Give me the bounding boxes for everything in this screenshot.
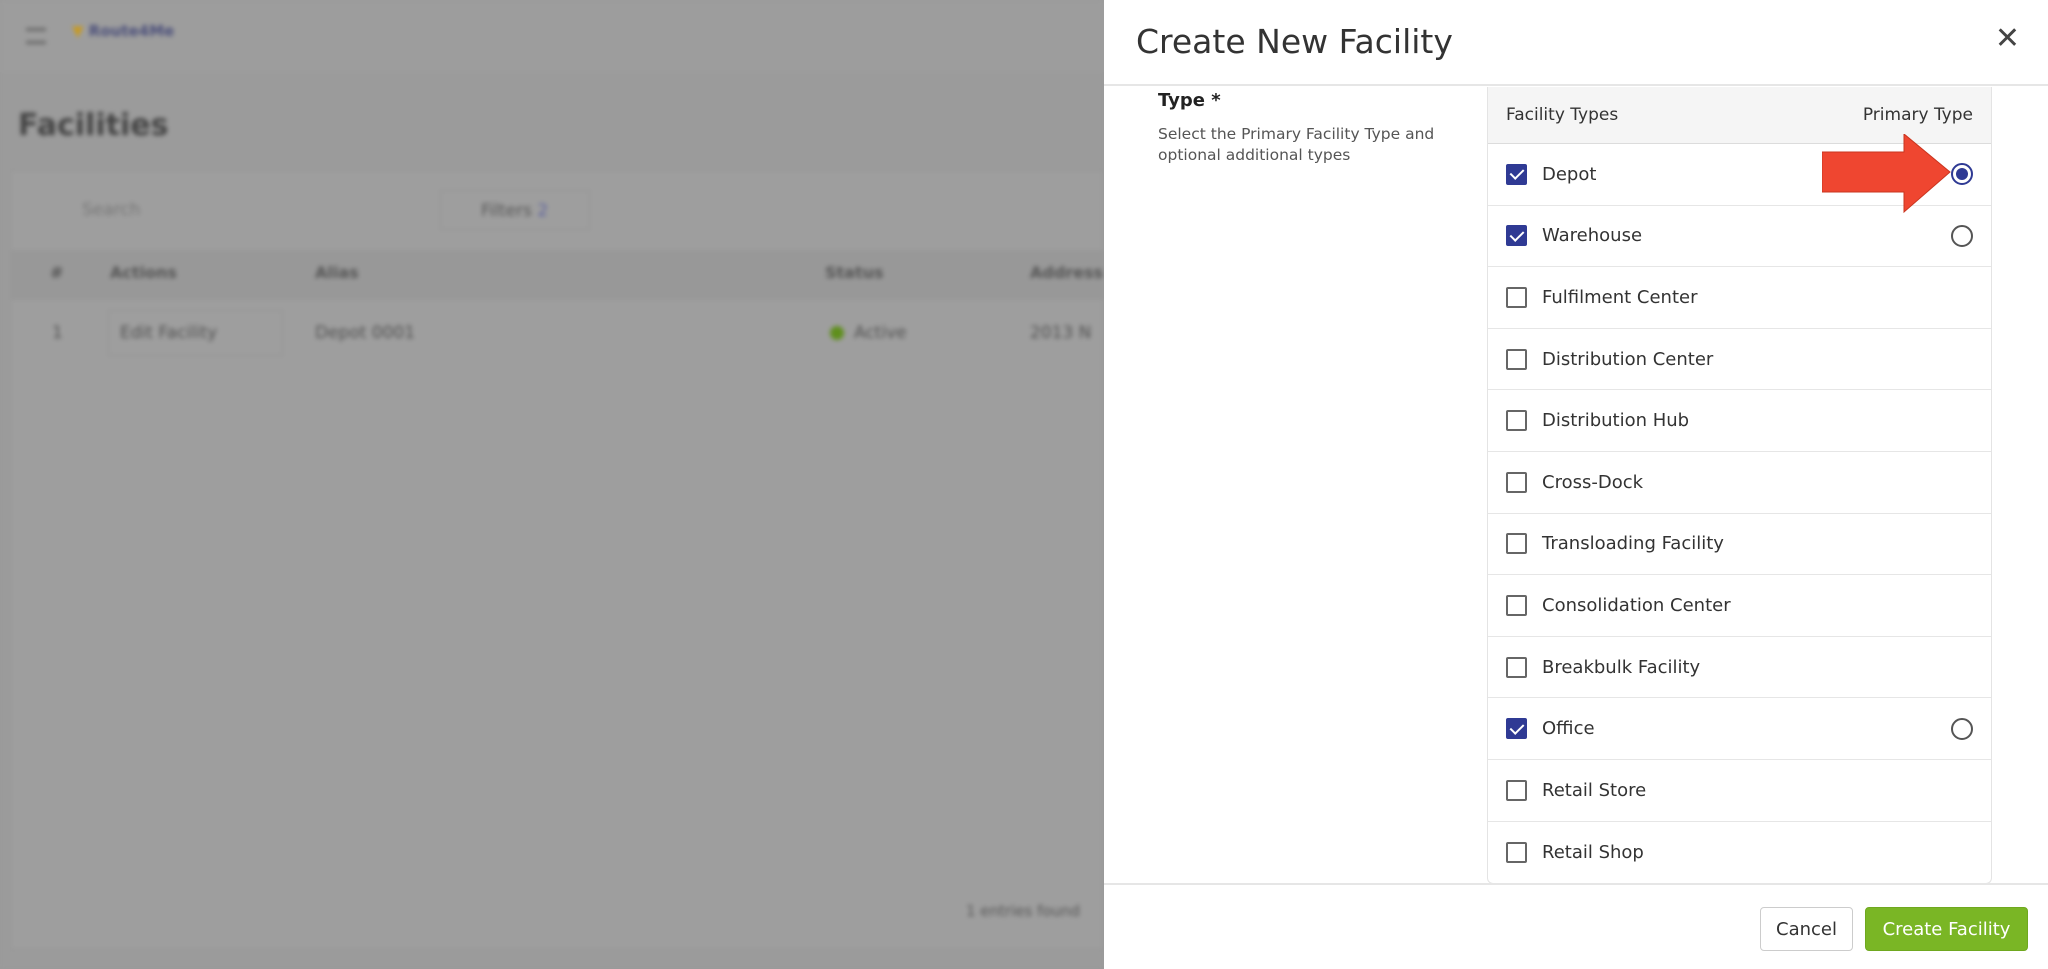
filters-count: 2 [537, 201, 549, 221]
facility-type-row: Distribution Center [1488, 329, 1991, 391]
panel-footer: Cancel Create Facility [1104, 883, 2048, 969]
facility-type-label: Office [1542, 718, 1595, 740]
facility-type-label: Fulfilment Center [1542, 286, 1698, 308]
facility-type-label: Cross-Dock [1542, 471, 1644, 493]
facility-type-row: Consolidation Center [1488, 575, 1991, 637]
facility-type-row: Breakbulk Facility [1488, 637, 1991, 699]
row-status: Active [830, 323, 907, 343]
row-alias: Depot 0001 [315, 323, 416, 343]
checkbox[interactable] [1506, 594, 1527, 616]
status-dot-icon [830, 326, 844, 340]
background-page: ▼ Route4Me Facilities Search Filters 2 #… [0, 0, 1104, 969]
col-actions: Actions [110, 263, 177, 282]
hamburger-menu-icon [26, 28, 46, 44]
checkbox[interactable] [1506, 348, 1527, 370]
app-logo: ▼ Route4Me [72, 22, 175, 40]
checkbox[interactable] [1506, 533, 1527, 555]
search-input: Search [82, 200, 141, 220]
facility-type-label: Warehouse [1542, 225, 1643, 247]
checkbox[interactable] [1506, 410, 1527, 432]
row-index: 1 [52, 323, 63, 343]
create-facility-button[interactable]: Create Facility [1865, 907, 2028, 951]
facility-type-label: Distribution Center [1542, 348, 1714, 370]
primary-type-radio[interactable] [1951, 717, 1973, 740]
page-title: Facilities [18, 108, 169, 143]
checkbox[interactable] [1506, 718, 1527, 740]
facility-type-row: Warehouse [1488, 206, 1991, 268]
filters-label: Filters [481, 201, 532, 221]
checkbox[interactable] [1506, 163, 1527, 185]
checkbox[interactable] [1506, 225, 1527, 247]
col-facility-types: Facility Types [1506, 105, 1619, 125]
col-address: Address [1030, 263, 1104, 282]
facility-type-label: Transloading Facility [1542, 533, 1724, 555]
facility-type-row: Fulfilment Center [1488, 267, 1991, 329]
type-description: Select the Primary Facility Type and opt… [1158, 125, 1435, 164]
facility-type-row: Cross-Dock [1488, 452, 1991, 514]
checkbox[interactable] [1506, 779, 1527, 801]
facility-type-label: Depot [1542, 163, 1597, 185]
panel-header: Create New Facility ✕ [1104, 0, 2048, 86]
facility-type-label: Breakbulk Facility [1542, 656, 1701, 678]
primary-type-radio[interactable] [1951, 224, 1973, 247]
panel-title: Create New Facility [1136, 22, 1453, 61]
cancel-button[interactable]: Cancel [1760, 907, 1853, 951]
entries-found: 1 entries found [966, 902, 1081, 920]
facility-type-row: Transloading Facility [1488, 514, 1991, 576]
col-index: # [50, 263, 64, 282]
facility-type-row: Retail Store [1488, 760, 1991, 822]
row-address: 2013 N [1030, 323, 1092, 343]
checkbox[interactable] [1506, 841, 1527, 863]
type-label: Type * [1158, 90, 1221, 111]
facility-type-row: Retail Shop [1488, 822, 1991, 884]
facility-type-label: Distribution Hub [1542, 410, 1690, 432]
facility-type-label: Retail Store [1542, 779, 1647, 801]
annotation-arrow-icon [1822, 134, 1951, 214]
col-status: Status [825, 263, 884, 282]
facility-type-row: Office [1488, 698, 1991, 760]
primary-type-radio[interactable] [1951, 163, 1973, 186]
checkbox[interactable] [1506, 471, 1527, 493]
checkbox[interactable] [1506, 656, 1527, 678]
col-primary-type: Primary Type [1862, 105, 1973, 125]
col-alias: Alias [315, 263, 359, 282]
facility-type-label: Retail Shop [1542, 841, 1644, 863]
filters-button: Filters 2 [440, 190, 590, 230]
checkbox[interactable] [1506, 286, 1527, 308]
row-action: Edit Facility [120, 323, 218, 343]
close-icon[interactable]: ✕ [1995, 24, 2020, 54]
facility-type-row: Distribution Hub [1488, 390, 1991, 452]
facility-type-label: Consolidation Center [1542, 594, 1731, 616]
